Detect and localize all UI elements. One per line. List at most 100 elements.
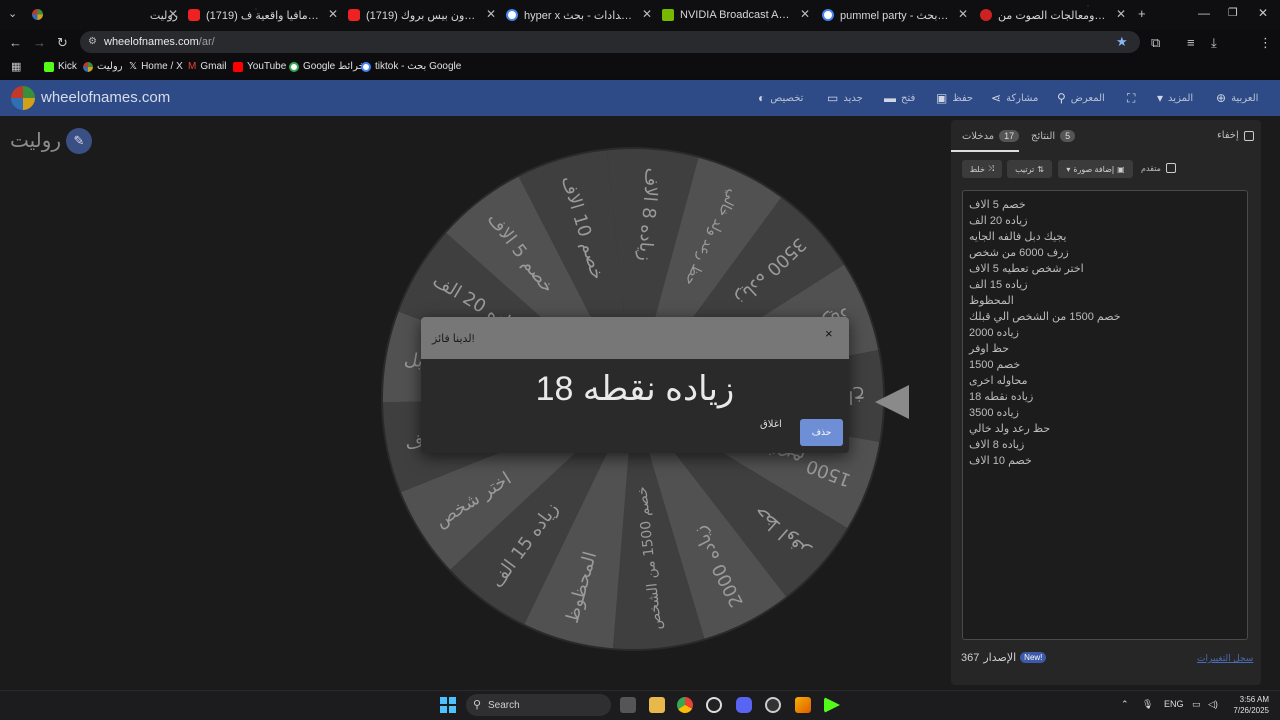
- close-icon[interactable]: ×: [825, 326, 833, 341]
- checkbox-icon: [1243, 130, 1254, 141]
- kick-icon: [44, 61, 54, 72]
- chevron-down-icon: ▾: [1157, 91, 1164, 105]
- app-icon[interactable]: [795, 697, 811, 713]
- entry-line: خصم 5 الاف: [969, 199, 1026, 211]
- site-info-icon[interactable]: ⚙: [88, 36, 97, 47]
- app-icon[interactable]: [765, 697, 781, 713]
- forward-icon[interactable]: →: [33, 35, 46, 50]
- share-button[interactable]: ⋖ مشاركة: [991, 91, 1038, 105]
- start-icon[interactable]: [440, 697, 456, 713]
- google-icon: [361, 61, 371, 72]
- minimize-window-icon[interactable]: —: [1198, 6, 1210, 20]
- extensions-icon[interactable]: ⧉: [1151, 35, 1160, 51]
- downloads-icon[interactable]: ⤓: [1211, 35, 1217, 51]
- logo-icon[interactable]: [11, 86, 35, 110]
- wheel-title: روليت: [10, 130, 62, 152]
- close-tab-icon[interactable]: ✕: [328, 7, 338, 21]
- tab-roulette[interactable]: روليت ✕: [60, 4, 178, 26]
- entry-line: زياده 20 الف: [969, 215, 1028, 227]
- advanced-checkbox[interactable]: متقدم: [1141, 163, 1176, 173]
- entry-line: زياده 8 الاف: [969, 439, 1025, 451]
- site-favicon-icon: [980, 9, 992, 21]
- app-icon[interactable]: [706, 697, 722, 713]
- taskbar-search[interactable]: ⚲ Search: [466, 694, 611, 716]
- brand-name[interactable]: wheelofnames.com: [41, 89, 170, 106]
- save-button[interactable]: ▣ حفظ: [936, 91, 973, 105]
- fullscreen-button[interactable]: ⛶: [1127, 91, 1135, 106]
- youtube-favicon-icon: [188, 9, 200, 21]
- entry-line: المحظوظ: [969, 295, 1014, 307]
- dismiss-button[interactable]: اغلاق: [760, 419, 782, 430]
- app-icon[interactable]: [824, 697, 840, 713]
- customize-button[interactable]: ◐ تخصيص: [758, 91, 803, 105]
- bookmark-x[interactable]: 𝕏 Home / X: [129, 61, 183, 72]
- bookmark-kick[interactable]: Kick: [44, 61, 77, 72]
- apps-grid-icon[interactable]: ▦: [11, 60, 21, 73]
- x-logo-icon: 𝕏: [129, 61, 138, 72]
- youtube-icon: [233, 61, 243, 72]
- close-window-icon[interactable]: ✕: [1258, 6, 1268, 20]
- language-menu[interactable]: ⊕ العربية: [1216, 91, 1258, 105]
- new-button[interactable]: ▭ جديد: [827, 91, 863, 105]
- tab-audio[interactable]: مضخمات ومعالجات الصوت من ✕: [980, 4, 1126, 26]
- add-image-button[interactable]: ▾ إضافة صورة ▣: [1058, 160, 1133, 178]
- bookmark-maps[interactable]: Google خرائط: [289, 61, 365, 72]
- sort-button[interactable]: ترتيب ⇅: [1007, 160, 1052, 178]
- hide-checkbox[interactable]: إخفاء: [1217, 130, 1254, 141]
- language-indicator[interactable]: ENG: [1164, 699, 1184, 709]
- chrome-icon[interactable]: [677, 697, 693, 713]
- wheel-icon: [83, 61, 93, 72]
- close-tab-icon[interactable]: ✕: [486, 7, 496, 21]
- bookmark-gmail[interactable]: M Gmail: [188, 61, 226, 72]
- gallery-button[interactable]: ⚲ المعرض: [1057, 91, 1105, 105]
- entry-line: حظ رعد ولد خالي: [969, 423, 1051, 435]
- file-explorer-icon[interactable]: [649, 697, 665, 713]
- tab-youtube-1[interactable]: (1719) سويت أكبر مافيا واقعية ف ✕: [188, 4, 338, 26]
- bookmark-roulette[interactable]: روليت: [83, 61, 123, 72]
- maximize-window-icon[interactable]: ❐: [1228, 6, 1238, 19]
- browser-tab-strip: ⌄ روليت ✕ (1719) سويت أكبر مافيا واقعية …: [0, 0, 1280, 30]
- more-menu[interactable]: ▾ المزيد: [1157, 91, 1193, 105]
- tab-nvidia[interactable]: NVIDIA Broadcast App: AI-Powe ✕: [662, 4, 810, 26]
- close-tab-icon[interactable]: ✕: [168, 7, 178, 21]
- changelog-link[interactable]: سجل التغييرات: [1197, 653, 1253, 664]
- shuffle-button[interactable]: خلط ⤨: [962, 160, 1002, 178]
- chevron-up-icon[interactable]: ⌃: [1121, 699, 1129, 710]
- bookmark-tiktok[interactable]: tiktok - بحث Google: [361, 61, 461, 72]
- close-tab-icon[interactable]: ✕: [642, 7, 652, 21]
- tab-google-hyperx[interactable]: hyper x افضل اعدادات - بحث ✕: [506, 4, 652, 26]
- media-control-icon[interactable]: ≡: [1187, 35, 1195, 50]
- remove-button[interactable]: حذف: [800, 419, 843, 446]
- entry-line: زياده نقطه 18: [969, 391, 1034, 403]
- open-button[interactable]: ▬ فتح: [884, 91, 915, 105]
- back-icon[interactable]: ←: [9, 35, 22, 50]
- tab-search-icon[interactable]: ⌄: [8, 7, 17, 20]
- results-count-badge: 5: [1060, 130, 1076, 142]
- tab-entries[interactable]: مدخلات 17: [962, 130, 1020, 142]
- tab-results[interactable]: النتائج 5: [1031, 130, 1076, 142]
- microphone-icon[interactable]: 🎙: [1142, 699, 1153, 710]
- chevron-down-icon: ▾: [1066, 164, 1071, 174]
- network-icon[interactable]: ▭: [1192, 699, 1201, 710]
- task-view-icon[interactable]: [620, 697, 636, 713]
- volume-icon[interactable]: ◁): [1208, 699, 1218, 710]
- active-tab-favicon: [32, 9, 43, 20]
- clock[interactable]: 3:56 AM 7/26/2025: [1229, 694, 1269, 716]
- new-tab-button[interactable]: +: [1138, 6, 1146, 21]
- close-tab-icon[interactable]: ✕: [958, 7, 968, 21]
- close-tab-icon[interactable]: ✕: [1116, 7, 1126, 21]
- reload-icon[interactable]: ↻: [57, 35, 68, 51]
- palette-icon: ◐: [758, 91, 766, 105]
- entries-count-badge: 17: [999, 130, 1020, 142]
- bookmark-star-icon[interactable]: ★: [1116, 34, 1128, 50]
- tab-google-pummel[interactable]: pummel party - بحث Google ✕: [822, 4, 968, 26]
- bookmark-youtube[interactable]: YouTube: [233, 61, 286, 72]
- entries-textarea[interactable]: خصم 5 الاف زياده 20 الف يجيك دبل فالفه الج…: [962, 190, 1248, 640]
- discord-icon[interactable]: [736, 697, 752, 713]
- address-bar[interactable]: ⚙ wheelofnames.com/ar/ ★: [80, 31, 1140, 53]
- tab-youtube-2[interactable]: (1719) نطق أغنية ون بيس بروك ✕: [348, 4, 496, 26]
- menu-icon[interactable]: ⋮: [1259, 35, 1272, 51]
- edit-title-button[interactable]: ✎: [66, 128, 92, 154]
- close-tab-icon[interactable]: ✕: [800, 7, 810, 21]
- nvidia-favicon-icon: [662, 9, 674, 21]
